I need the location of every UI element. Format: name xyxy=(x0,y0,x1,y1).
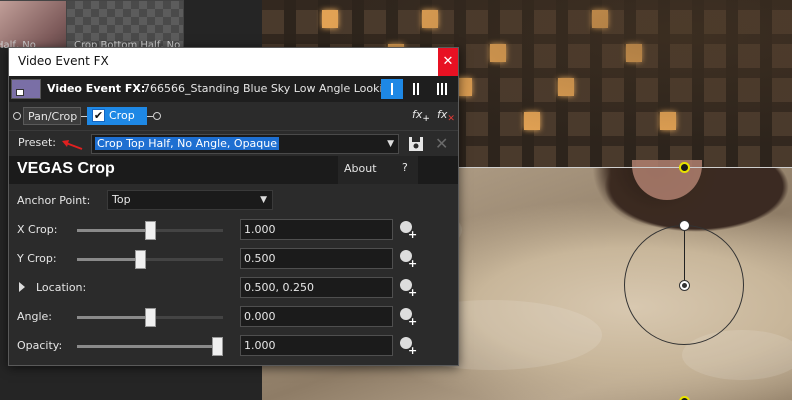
preset-dropdown[interactable]: Crop Top Half, No Angle, Opaque ▼ xyxy=(91,134,399,154)
triangle-right-icon[interactable] xyxy=(19,282,25,292)
y-crop-slider[interactable] xyxy=(77,250,223,269)
delete-preset-icon[interactable]: ✕ xyxy=(435,134,448,153)
annotation-arrow-icon xyxy=(62,140,83,150)
location-row: Location: 0.500, 0.250 + xyxy=(9,276,458,300)
keyframe-add-icon[interactable]: + xyxy=(400,221,417,241)
angle-row: Angle: 0.000 + xyxy=(9,305,458,329)
video-event-fx-dialog: Video Event FX ✕ Video Event FX: 766566_… xyxy=(8,47,459,366)
remove-fx-button[interactable]: fx✕ xyxy=(437,108,455,124)
rotation-handle[interactable] xyxy=(679,220,690,231)
help-button[interactable]: ? xyxy=(402,161,408,174)
anchor-center-handle[interactable] xyxy=(679,280,690,291)
slider-thumb[interactable] xyxy=(145,308,156,327)
fx-chain-row: Pan/Crop ✔ Crop fx+ fx✕ xyxy=(9,102,458,130)
three-pane-icon xyxy=(436,83,448,95)
crop-edge-handle[interactable] xyxy=(679,162,690,173)
single-pane-icon xyxy=(390,83,394,95)
chevron-down-icon: ▼ xyxy=(260,195,267,205)
fx-label: Video Event FX: xyxy=(47,82,146,95)
chain-start-node xyxy=(13,112,21,120)
angle-input[interactable]: 0.000 xyxy=(240,306,393,327)
y-crop-row: Y Crop: 0.500 + xyxy=(9,247,458,271)
chain-end-node xyxy=(153,112,161,120)
opacity-label: Opacity: xyxy=(17,339,63,352)
y-crop-label: Y Crop: xyxy=(17,252,57,265)
opacity-input[interactable]: 1.000 xyxy=(240,335,393,356)
slider-fill xyxy=(77,258,141,261)
angle-indicator-line xyxy=(684,225,685,285)
plugin-title: VEGAS Crop xyxy=(17,160,115,177)
anchor-point-value: Top xyxy=(112,193,131,206)
slider-fill xyxy=(77,316,151,319)
dialog-title: Video Event FX xyxy=(18,54,109,68)
crop-enabled-checkbox[interactable]: ✔ xyxy=(92,109,105,122)
location-label: Location: xyxy=(36,281,87,294)
crop-chain-label: Crop xyxy=(109,109,135,122)
crop-chain-button[interactable]: ✔ Crop xyxy=(87,107,147,125)
split-view-button[interactable] xyxy=(405,79,427,99)
slider-fill xyxy=(77,229,151,232)
angle-label: Angle: xyxy=(17,310,53,323)
slider-thumb[interactable] xyxy=(135,250,146,269)
plugin-chain-button[interactable]: fx+ xyxy=(412,108,430,124)
preset-label: Preset: xyxy=(18,136,57,149)
x-crop-row: X Crop: 1.000 + xyxy=(9,218,458,242)
y-crop-input[interactable]: 0.500 xyxy=(240,248,393,269)
x-crop-label: X Crop: xyxy=(17,223,58,236)
preset-value: Crop Top Half, No Angle, Opaque xyxy=(95,137,280,150)
pan-crop-chain-button[interactable]: Pan/Crop xyxy=(23,107,81,125)
close-icon: ✕ xyxy=(442,54,454,69)
list-view-button[interactable] xyxy=(431,79,453,99)
slider-thumb[interactable] xyxy=(212,337,223,356)
anchor-point-label: Anchor Point: xyxy=(17,194,91,207)
anchor-point-dropdown[interactable]: Top ▼ xyxy=(107,190,273,210)
keyframe-add-icon[interactable]: + xyxy=(400,279,417,299)
about-button[interactable]: About xyxy=(344,162,377,175)
crop-edge-handle[interactable] xyxy=(679,396,690,400)
keyframe-add-icon[interactable]: + xyxy=(400,337,417,357)
close-button[interactable]: ✕ xyxy=(438,48,458,76)
fx-event-name: 766566_Standing Blue Sky Low Angle Looki… xyxy=(143,82,381,95)
opacity-slider[interactable] xyxy=(77,337,223,356)
dialog-titlebar[interactable]: Video Event FX ✕ xyxy=(9,48,458,76)
chevron-down-icon: ▼ xyxy=(387,139,394,149)
x-crop-slider[interactable] xyxy=(77,221,223,240)
slider-thumb[interactable] xyxy=(145,221,156,240)
event-thumbnail-icon xyxy=(11,79,41,99)
x-crop-input[interactable]: 1.000 xyxy=(240,219,393,240)
slider-fill xyxy=(77,345,218,348)
plugin-header: VEGAS Crop About ? xyxy=(9,156,458,184)
vegas-workspace: Half, No Crop Bottom Half, No xyxy=(0,0,792,400)
opacity-row: Opacity: 1.000 + xyxy=(9,334,458,358)
parameter-panel: Anchor Point: Top ▼ X Crop: 1.000 + Y Cr… xyxy=(9,184,458,365)
fx-header-row: Video Event FX: 766566_Standing Blue Sky… xyxy=(9,76,458,102)
event-mini-icon xyxy=(16,89,24,96)
angle-slider[interactable] xyxy=(77,308,223,327)
anchor-point-row: Anchor Point: Top ▼ xyxy=(9,189,458,213)
keyframe-add-icon[interactable]: + xyxy=(400,308,417,328)
keyframe-add-icon[interactable]: + xyxy=(400,250,417,270)
preset-row: Preset: Crop Top Half, No Angle, Opaque … xyxy=(9,130,458,156)
two-pane-icon xyxy=(412,83,420,95)
single-view-button[interactable] xyxy=(381,79,403,99)
location-input[interactable]: 0.500, 0.250 xyxy=(240,277,393,298)
save-icon[interactable] xyxy=(408,136,424,152)
